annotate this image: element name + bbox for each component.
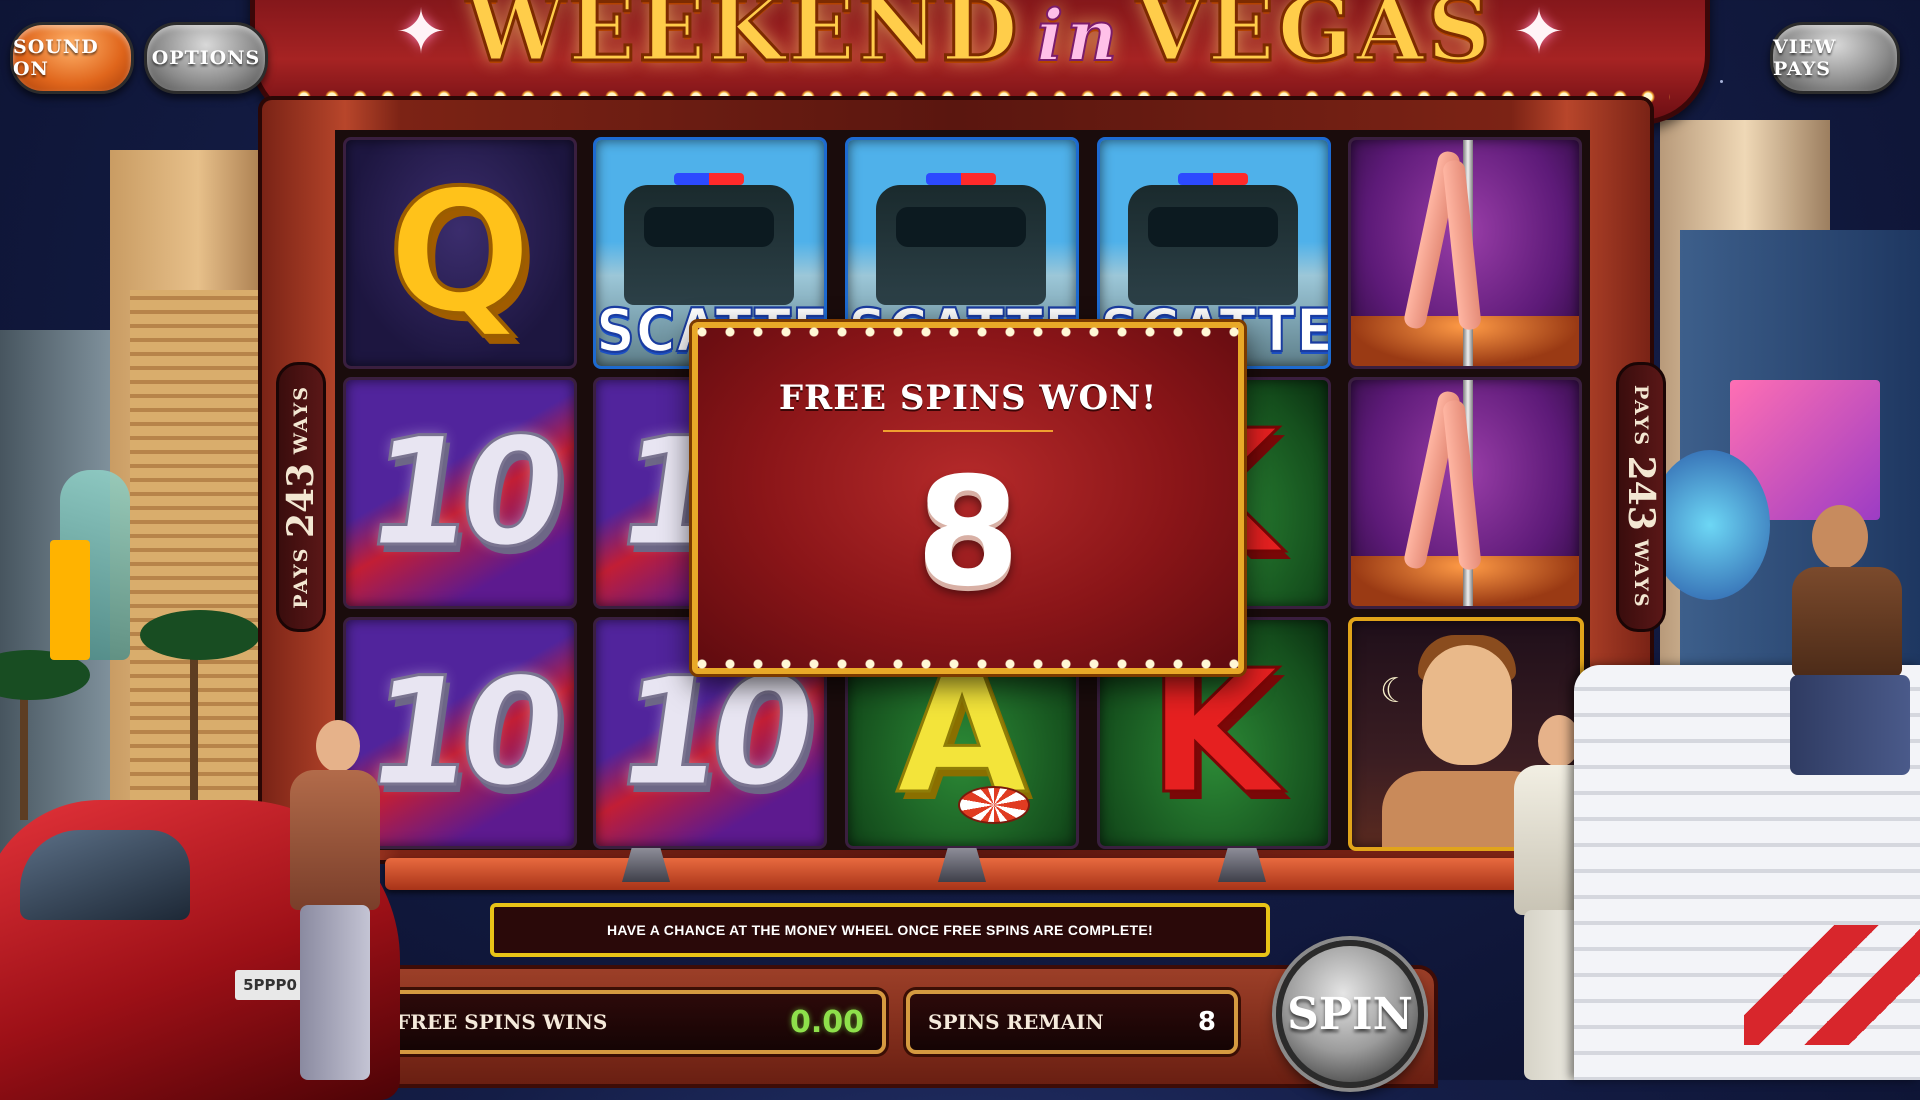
police-car-icon	[1128, 173, 1298, 305]
popup-title: FREE SPINS WON!	[778, 378, 1158, 418]
pays-ways-badge: PAYS 243 WAYS	[276, 362, 326, 632]
police-car-icon	[876, 173, 1046, 305]
title-word: in	[1036, 0, 1121, 78]
police-car-icon	[624, 173, 794, 305]
title-word: VEGAS	[1135, 0, 1494, 83]
free-spins-count: 8	[915, 446, 1021, 620]
poker-chip-icon	[958, 786, 1030, 824]
title-word: WEEKEND	[465, 0, 1021, 83]
meter-label: SPINS REMAIN	[928, 1010, 1104, 1034]
divider	[883, 430, 1053, 432]
symbol-q: Q	[343, 137, 577, 369]
options-button[interactable]: OPTIONS	[144, 22, 268, 94]
meter-value: 8	[1197, 1007, 1216, 1037]
symbol-dancer	[1348, 377, 1582, 609]
moon-icon: ☾	[1380, 671, 1411, 711]
game-title: WEEKEND in VEGAS	[255, 0, 1705, 83]
pays-ways-badge: PAYS 243 WAYS	[1616, 362, 1666, 632]
meter-value: 0.00	[789, 1004, 864, 1040]
free-spins-wins-meter: FREE SPINS WINS 0.00	[374, 990, 886, 1054]
spins-remain-meter: SPINS REMAIN 8	[906, 990, 1238, 1054]
view-pays-button[interactable]: VIEW PAYS	[1770, 22, 1900, 94]
free-spins-won-popup: FREE SPINS WON! 8	[688, 318, 1248, 678]
meter-label: FREE SPINS WINS	[396, 1010, 608, 1034]
license-plate: 5PPP0	[235, 970, 305, 1000]
symbol-10: 10	[343, 377, 577, 609]
info-banner: HAVE A CHANCE AT THE MONEY WHEEL ONCE FR…	[490, 903, 1270, 957]
spin-button[interactable]: SPIN	[1276, 940, 1424, 1088]
symbol-dancer	[1348, 137, 1582, 369]
sound-toggle-button[interactable]: SOUND ON	[10, 22, 134, 94]
